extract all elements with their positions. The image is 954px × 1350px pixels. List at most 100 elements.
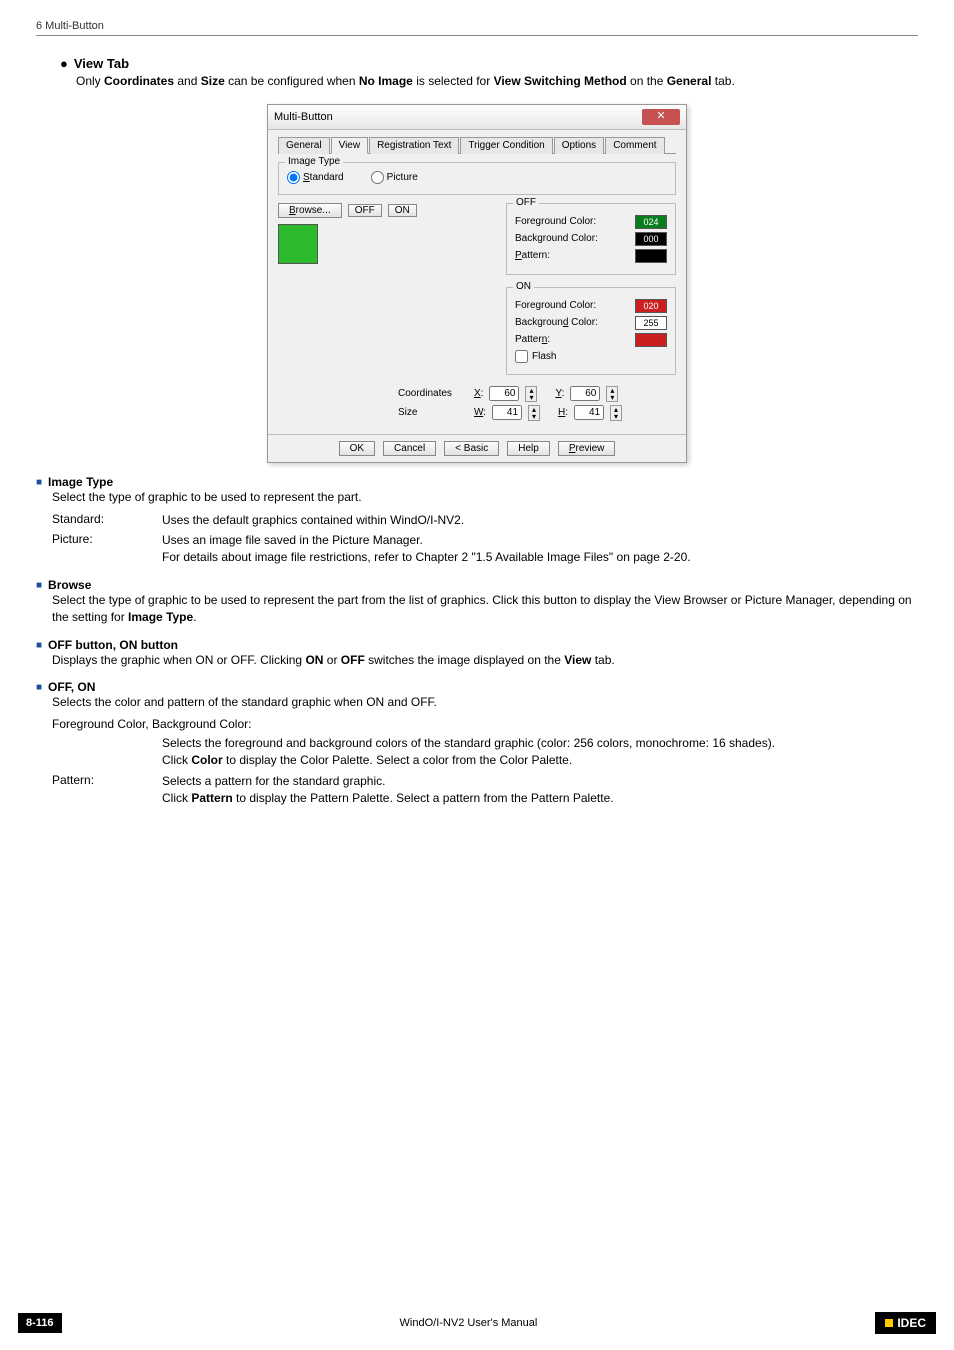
on-pattern-label: Pattern:Pattern:: [515, 334, 550, 345]
dialog-left-col: Browse...Browse... OFF ON: [278, 203, 494, 383]
help-button[interactable]: Help: [507, 441, 550, 456]
coords-x-label: X:X:: [474, 388, 483, 399]
t: Pattern: [191, 791, 232, 805]
off-fg-label: Foreground Color:: [515, 216, 596, 227]
tab-options[interactable]: Options: [554, 137, 604, 154]
size-w-label: W:W:: [474, 407, 486, 418]
sub-image-type-title: Image Type: [48, 475, 113, 489]
brand-square-icon: [885, 1319, 893, 1327]
preview-swatch: [278, 224, 318, 264]
off-group: OFF Foreground Color:024 Background Colo…: [506, 203, 676, 275]
dialog-titlebar: Multi-Button ✕: [268, 105, 686, 130]
t: Coordinates: [104, 74, 174, 88]
spinner-icon[interactable]: ▴▾: [610, 405, 622, 421]
close-icon[interactable]: ✕: [642, 109, 680, 125]
off-fg-chip[interactable]: 024: [635, 215, 667, 229]
image-type-group: Image Type SStandardtandard Picture: [278, 162, 676, 195]
t: tab.: [711, 74, 734, 88]
t: General: [667, 74, 712, 88]
radio-standard[interactable]: SStandardtandard: [287, 172, 344, 183]
bullet-square-icon: ■: [36, 640, 42, 651]
t: ON: [305, 653, 323, 667]
t: is selected for: [413, 74, 494, 88]
on-pattern-chip[interactable]: [635, 333, 667, 347]
size-w-input[interactable]: [492, 405, 522, 420]
t: Color: [191, 753, 222, 767]
radio-picture[interactable]: Picture: [371, 172, 418, 183]
on-fg-label: Foreground Color:: [515, 300, 596, 311]
ok-button[interactable]: OK: [339, 441, 375, 456]
sub-offon-title: OFF, ON: [48, 680, 95, 694]
flash-label: Flash: [532, 351, 556, 362]
offon-defs: Foreground Color, Background Color: Sele…: [52, 717, 918, 806]
coords-label: Coordinates: [398, 388, 468, 399]
sub-offon-btn-title: OFF button, ON button: [48, 638, 178, 652]
bullet-square-icon: ■: [36, 580, 42, 591]
cancel-button[interactable]: Cancel: [383, 441, 436, 456]
view-tab-desc: Only Coordinates and Size can be configu…: [76, 73, 918, 90]
bullet-square-icon: ■: [36, 477, 42, 488]
def-val-fgbg: Selects the foreground and background co…: [162, 735, 918, 769]
preview-button[interactable]: PreviewPreview: [558, 441, 616, 456]
on-fg-chip[interactable]: 020: [635, 299, 667, 313]
t: OFF: [341, 653, 365, 667]
t: or: [323, 653, 340, 667]
def-key-picture: Picture:: [52, 532, 162, 566]
browse-button[interactable]: Browse...Browse...: [278, 203, 342, 218]
footer-center: WindO/I-NV2 User's Manual: [400, 1317, 538, 1329]
table-row: Selects the foreground and background co…: [52, 735, 918, 769]
basic-button[interactable]: < Basic< Basic: [444, 441, 499, 456]
spinner-icon[interactable]: ▴▾: [606, 386, 618, 402]
t: to display the Pattern Palette. Select a…: [233, 791, 614, 805]
view-tab-heading: ● View Tab: [60, 56, 918, 71]
t: Click: [162, 753, 191, 767]
t: Selects the foreground and background co…: [162, 736, 775, 750]
table-row: Picture: Uses an image file saved in the…: [52, 532, 918, 566]
spinner-icon[interactable]: ▴▾: [525, 386, 537, 402]
sub-image-type-desc: Select the type of graphic to be used to…: [52, 489, 918, 506]
fgbg-label: Foreground Color, Background Color:: [52, 717, 918, 731]
page-footer: 8-116 WindO/I-NV2 User's Manual IDEC: [0, 1312, 954, 1334]
off-pattern-chip[interactable]: [635, 249, 667, 263]
table-row: Pattern: Selects a pattern for the stand…: [52, 773, 918, 807]
off-bg-chip[interactable]: 000: [635, 232, 667, 246]
size-h-input[interactable]: [574, 405, 604, 420]
def-key-standard: Standard:: [52, 512, 162, 529]
dialog-footer: OK Cancel < Basic< Basic Help PreviewPre…: [268, 434, 686, 462]
coords-y-input[interactable]: [570, 386, 600, 401]
coords-y-label: Y:Y:: [555, 388, 564, 399]
on-group: ON Foreground Color:020 Background Color…: [506, 287, 676, 375]
t: switches the image displayed on the: [365, 653, 564, 667]
sub-offon-btn-heading: ■ OFF button, ON button: [36, 638, 918, 652]
radio-standard-input[interactable]: [287, 171, 300, 184]
t: Selects a pattern for the standard graph…: [162, 774, 385, 788]
def-val-picture: Uses an image file saved in the Picture …: [162, 532, 918, 566]
tab-general[interactable]: General: [278, 137, 330, 154]
t: on the: [627, 74, 667, 88]
tab-trigger-condition[interactable]: Trigger Condition: [460, 137, 552, 154]
coords-x-input[interactable]: [489, 386, 519, 401]
page-number: 8-116: [18, 1313, 62, 1333]
t: Displays the graphic when ON or OFF. Cli…: [52, 653, 305, 667]
tab-registration-text[interactable]: Registration Text: [369, 137, 459, 154]
off-button[interactable]: OFF: [348, 204, 382, 217]
sub-browse-desc: Select the type of graphic to be used to…: [52, 592, 918, 626]
browse-row: Browse...Browse... OFF ON: [278, 203, 494, 218]
sub-browse-heading: ■ Browse: [36, 578, 918, 592]
size-label: Size: [398, 407, 468, 418]
t: can be configured when: [225, 74, 359, 88]
on-bg-label: Background Color:Background Color:: [515, 317, 598, 328]
dialog-body: General View Registration Text Trigger C…: [268, 130, 686, 434]
t: Click: [162, 791, 191, 805]
flash-checkbox[interactable]: [515, 350, 528, 363]
t: Size: [201, 74, 225, 88]
tab-view[interactable]: View: [331, 137, 369, 154]
def-val-pattern: Selects a pattern for the standard graph…: [162, 773, 918, 807]
dialog-tabs: General View Registration Text Trigger C…: [278, 136, 676, 154]
spinner-icon[interactable]: ▴▾: [528, 405, 540, 421]
tab-comment[interactable]: Comment: [605, 137, 664, 154]
radio-picture-input[interactable]: [371, 171, 384, 184]
sub-offon-heading: ■ OFF, ON: [36, 680, 918, 694]
on-bg-chip[interactable]: 255: [635, 316, 667, 330]
on-button[interactable]: ON: [388, 204, 417, 217]
